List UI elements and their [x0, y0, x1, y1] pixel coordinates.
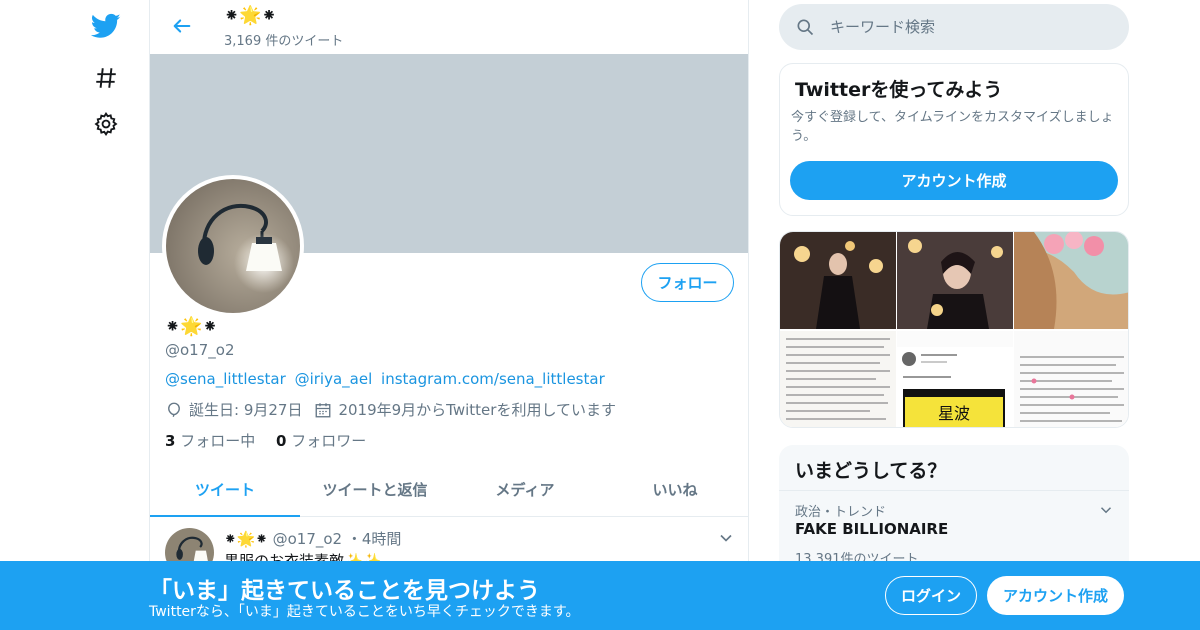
tweet-header: ⁕🌟⁕ @o17_o2 ・4時間 [224, 528, 401, 549]
media-thumbnail[interactable] [897, 232, 1013, 329]
tweet-author-handle[interactable]: @o17_o2 [273, 530, 343, 548]
tab-media[interactable]: メディア [450, 463, 600, 516]
signup-card: Twitterを使ってみよう 今すぐ登録して、タイムラインをカスタマイズしましょ… [779, 63, 1129, 216]
left-nav [80, 0, 140, 630]
profile-header: ⁕🌟⁕ 3,169 件のツイート [150, 0, 748, 53]
profile-tabs: ツイート ツイートと返信 メディア いいね [150, 463, 748, 517]
follow-button[interactable]: フォロー [641, 263, 734, 302]
media-thumbnail[interactable] [780, 232, 896, 329]
profile-meta: 誕生日: 9月27日 2019年9月からTwitterを利用しています [165, 399, 616, 420]
profile-stats: 3 フォロー中 0 フォロワー [165, 430, 366, 451]
following-link[interactable]: 3 フォロー中 [165, 432, 255, 450]
bio-link-instagram[interactable]: instagram.com/sena_littlestar [381, 370, 605, 388]
trend-name[interactable]: FAKE BILLIONAIRE [795, 520, 948, 538]
tweet-author-name[interactable]: ⁕🌟⁕ [224, 530, 268, 548]
profile-avatar[interactable] [162, 175, 304, 317]
gear-icon[interactable] [88, 106, 124, 142]
search-box[interactable] [779, 4, 1129, 50]
media-thumbnail[interactable] [780, 331, 896, 427]
back-arrow-icon[interactable] [166, 10, 198, 42]
birthday-text: 誕生日: 9月27日 [189, 401, 303, 419]
bottom-bar-title: 「いま」起きていることを見つけよう [149, 578, 540, 604]
create-account-button[interactable]: アカウント作成 [790, 161, 1118, 200]
avatar-image [166, 179, 300, 313]
joined-text: 2019年9月からTwitterを利用しています [338, 401, 616, 419]
bio-link-iriya[interactable]: @iriya_ael [295, 370, 373, 388]
hashtag-icon[interactable] [88, 60, 124, 96]
trend-category: 政治・トレンド [795, 505, 887, 520]
search-icon [795, 17, 815, 37]
tab-likes[interactable]: いいね [600, 463, 748, 516]
profile-name: ⁕🌟⁕ [165, 316, 218, 337]
trends-title: いまどうしてる？ [795, 460, 947, 482]
chevron-down-icon[interactable] [1097, 501, 1115, 519]
bottom-create-account-button[interactable]: アカウント作成 [987, 576, 1124, 615]
calendar-icon [314, 401, 332, 419]
balloon-icon [165, 401, 183, 419]
login-button[interactable]: ログイン [885, 576, 977, 615]
search-input[interactable] [830, 18, 1110, 36]
signup-title: Twitterを使ってみよう [795, 79, 1003, 101]
divider [779, 490, 1129, 491]
profile-bio: @sena_littlestar @iriya_ael instagram.co… [165, 370, 609, 388]
bottom-signup-bar: 「いま」起きていることを見つけよう Twitterなら、「いま」起きていることを… [0, 561, 1200, 630]
media-thumbnail[interactable] [1014, 232, 1128, 329]
following-count: 3 [165, 432, 176, 450]
following-label: フォロー中 [180, 432, 256, 450]
signup-description: 今すぐ登録して、タイムラインをカスタマイズしましょう。 [791, 110, 1114, 144]
media-thumbnail[interactable] [1014, 331, 1128, 427]
media-tile-text: 星波 [938, 404, 970, 423]
bio-link-sena[interactable]: @sena_littlestar [165, 370, 286, 388]
followers-label: フォロワー [291, 432, 367, 450]
followers-count: 0 [276, 432, 287, 450]
media-grid: 星波 [779, 231, 1129, 428]
tab-tweets-and-replies[interactable]: ツイートと返信 [300, 463, 450, 516]
header-tweet-count: 3,169 件のツイート [224, 34, 344, 49]
twitter-bird-icon[interactable] [88, 8, 124, 44]
profile-column: ⁕🌟⁕ 3,169 件のツイート フォロー ⁕🌟⁕ @o17_o2 @sena_… [149, 0, 749, 630]
header-name: ⁕🌟⁕ [224, 5, 277, 26]
tweet-time[interactable]: ・4時間 [347, 530, 402, 548]
bottom-bar-subtitle: Twitterなら、「いま」起きていることをいち早くチェックできます。 [149, 604, 580, 620]
chevron-down-icon[interactable] [716, 528, 736, 548]
followers-link[interactable]: 0 フォロワー [276, 432, 366, 450]
profile-handle: @o17_o2 [165, 341, 235, 359]
tab-tweets[interactable]: ツイート [150, 463, 300, 517]
media-thumbnail[interactable]: 星波 [897, 331, 1013, 427]
